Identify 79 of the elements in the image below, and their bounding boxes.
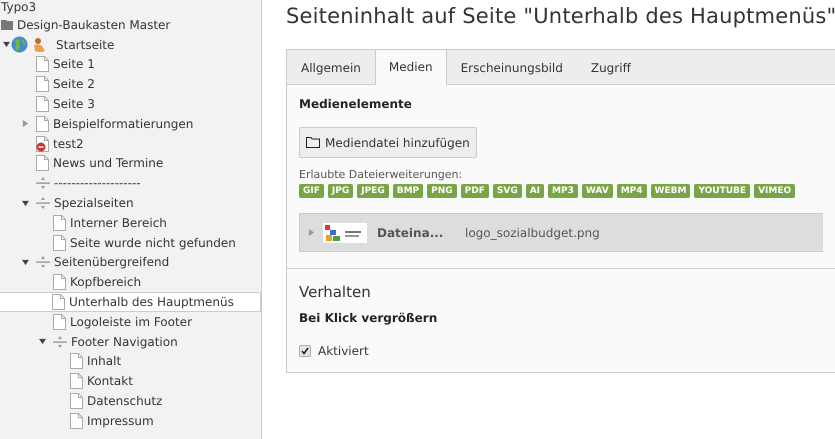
spacer-icon: [53, 336, 67, 348]
extension-badge: WAV: [582, 184, 613, 198]
extension-badge: YOUTUBE: [694, 184, 750, 198]
caret-right-icon[interactable]: [22, 120, 28, 128]
extensions-label: Erlaubte Dateierweiterungen:: [299, 168, 464, 181]
extension-badge: AI: [526, 184, 544, 198]
page-icon: [36, 116, 49, 132]
tree-item[interactable]: Startseite: [0, 34, 261, 55]
tree-item[interactable]: Design-Baukasten Master: [0, 15, 261, 35]
tab[interactable]: Medien: [374, 50, 447, 85]
extension-badge: WEBM: [650, 184, 690, 198]
extension-badge: PDF: [460, 184, 489, 198]
page-title: Seiteninhalt auf Seite "Unterhalb des Hauptmenüs": [286, 4, 835, 30]
extension-badge: VIMEO: [754, 184, 796, 198]
tree-item[interactable]: Logoleiste im Footer: [0, 312, 261, 332]
page-icon: [70, 373, 83, 390]
spacer-icon: [36, 256, 50, 268]
caret-down-icon[interactable]: [22, 200, 28, 207]
caret-down-icon[interactable]: [22, 258, 28, 266]
page-icon: [36, 76, 49, 92]
folder-icon: [1, 20, 13, 30]
tree-item[interactable]: test2: [0, 134, 261, 154]
page-icon: [52, 294, 65, 310]
tree-item[interactable]: Impressum: [0, 410, 261, 431]
add-media-button[interactable]: Mediendatei hinzufügen: [299, 127, 477, 158]
spacer-icon: [36, 197, 50, 210]
page-icon: [53, 234, 66, 251]
extension-badge: BMP: [392, 184, 424, 198]
checkbox[interactable]: [299, 345, 311, 357]
file-reference-row[interactable]: Dateina... logo_sozialbudget.png: [299, 213, 823, 252]
page-icon: [36, 96, 49, 112]
tree-item[interactable]: Spezialseiten: [0, 193, 261, 213]
caret-down-icon[interactable]: [2, 41, 10, 48]
tree-item[interactable]: Seite 1: [0, 54, 261, 74]
tree-item[interactable]: --------------------: [0, 173, 261, 194]
page-icon: [36, 56, 49, 72]
extension-badge: GIF: [299, 184, 324, 198]
logo-thumbnail: [323, 222, 367, 242]
page-icon: [70, 353, 83, 370]
tree-item[interactable]: Beispielformatierungen: [0, 114, 261, 134]
field-label: Bei Klick vergrößern: [299, 311, 438, 325]
person-icon: [32, 36, 46, 53]
tree-item[interactable]: Kontakt: [0, 371, 261, 392]
tree-item[interactable]: Seitenübergreifend: [0, 252, 261, 272]
spacer-icon: [36, 177, 50, 190]
checkbox-label: Aktiviert: [318, 344, 369, 358]
section-heading: Medienelemente: [299, 97, 413, 111]
page-icon: [70, 393, 83, 410]
page-icon: [70, 412, 83, 429]
page-icon: [53, 274, 66, 290]
tree-item[interactable]: Seite 3: [0, 94, 261, 114]
extension-badge: JPEG: [357, 184, 389, 198]
caret-down-icon[interactable]: [38, 338, 46, 346]
tree-item[interactable]: Inhalt: [0, 352, 261, 372]
tree-title: Typo3: [0, 0, 38, 15]
extension-badge: JPG: [328, 184, 354, 198]
section-heading: Verhalten: [299, 283, 372, 301]
extension-badge: MP4: [616, 184, 647, 198]
field-label: Dateina...: [377, 226, 444, 240]
tree-item[interactable]: Datenschutz: [0, 391, 261, 411]
extension-badge: MP3: [548, 184, 578, 198]
folder-icon: [306, 137, 320, 148]
extension-badge: PNG: [427, 184, 457, 198]
tree-item[interactable]: Interner Bereich: [0, 212, 261, 233]
tree-item[interactable]: Kopfbereich: [0, 272, 261, 292]
page-icon: [36, 155, 49, 172]
tab[interactable]: Zugriff: [576, 50, 645, 85]
globe-icon: [11, 36, 28, 54]
tab[interactable]: Allgemein: [287, 50, 375, 85]
page-icon: [53, 214, 66, 231]
tree-item[interactable]: News und Termine: [0, 154, 261, 174]
page-icon: [53, 314, 66, 330]
tree-item[interactable]: Footer Navigation: [0, 332, 261, 352]
tree-item[interactable]: Seite 2: [0, 74, 261, 94]
extension-badge: SVG: [492, 184, 522, 198]
tab[interactable]: Erscheinungsbild: [446, 50, 577, 85]
tree-item[interactable]: Seite wurde nicht gefunden: [0, 232, 261, 253]
file-name: logo_sozialbudget.png: [465, 226, 600, 240]
page-blocked-icon: [36, 136, 49, 152]
